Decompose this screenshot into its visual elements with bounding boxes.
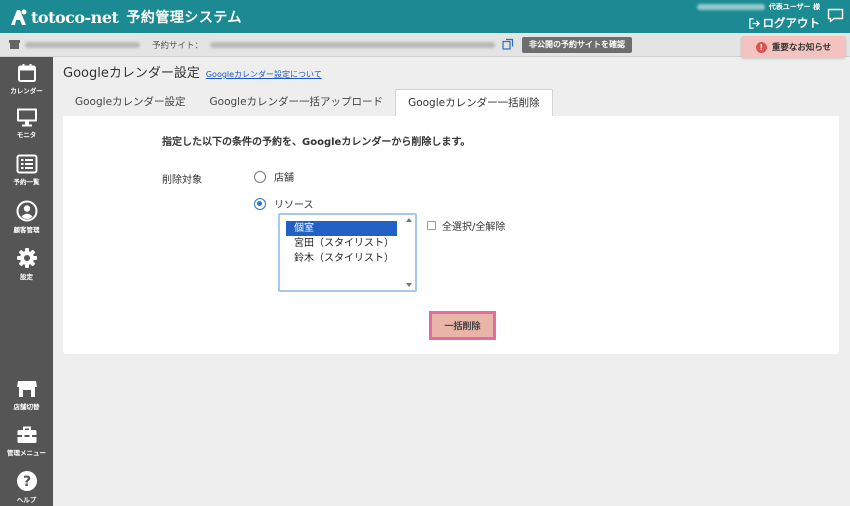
logo-text: totoco-net [31,7,119,27]
scroll-down-arrow-icon[interactable] [406,283,412,287]
logout-icon [748,17,760,29]
sub-bar: 予約サイト： 非公開の予約サイトを確認 [0,33,850,57]
user-area: 代表ユーザー 様 ログアウト [696,2,820,31]
bulk-delete-button[interactable]: 一括削除 [429,311,496,340]
select-all-checkbox[interactable] [427,221,436,230]
page-title: Googleカレンダー設定 [63,66,200,81]
svg-text:?: ? [22,474,30,490]
alert-icon: ! [755,41,767,53]
tab-calendar-settings[interactable]: Googleカレンダー設定 [63,89,198,116]
store-icon [9,40,20,49]
sidebar-item-calendar[interactable]: カレンダー [0,63,53,95]
scroll-up-arrow-icon[interactable] [406,218,412,222]
sidebar-item-customers[interactable]: 顧客管理 [0,200,53,234]
radio-resource-label: リソース [274,200,314,211]
user-name-redacted [696,4,765,10]
calendar-icon [17,64,36,82]
resource-option[interactable]: 宮田（スタイリスト） [286,236,397,251]
important-notice-button[interactable]: ! 重要なお知らせ [741,36,846,58]
intro-text: 指定した以下の条件の予約を、Googleカレンダーから削除します。 [162,137,471,148]
logout-label: ログアウト [762,16,821,30]
user-name-line: 代表ユーザー 様 [696,2,820,12]
copy-icon[interactable] [502,38,514,50]
private-site-button[interactable]: 非公開の予約サイトを確認 [522,37,632,53]
notice-label: 重要なお知らせ [771,43,832,53]
logo-mark-icon [8,6,30,28]
sidebar-item-settings[interactable]: 設定 [0,247,53,281]
radio-store-button[interactable] [254,170,266,183]
store-name-redacted [25,42,140,48]
gear-icon [16,248,37,268]
sidebar-item-label: モニタ [16,131,37,139]
sidebar-item-label: 店舗切替 [13,403,40,411]
radio-resource[interactable]: リソース [254,196,314,211]
site-url-redacted[interactable] [210,42,495,48]
app-title: 予約管理システム [126,10,242,26]
radio-store-label: 店舗 [274,173,294,184]
sidebar-item-store-switch[interactable]: 店舗切替 [0,379,53,411]
chat-icon[interactable] [827,8,844,23]
page-heading: Googleカレンダー設定 Googleカレンダー設定について [63,62,322,81]
sidebar-item-help[interactable]: ? ヘルプ [0,470,53,504]
sidebar-item-label: 顧客管理 [13,226,40,234]
list-icon [16,154,37,174]
resource-option[interactable]: 鈴木（スタイリスト） [286,251,397,266]
sidebar-item-label: カレンダー [10,87,43,95]
radio-store[interactable]: 店舗 [254,169,294,184]
resource-listbox[interactable]: 個室 宮田（スタイリスト） 鈴木（スタイリスト） [278,213,417,292]
site-label: 予約サイト： [152,41,204,51]
top-header: totoco-net 予約管理システム 代表ユーザー 様 ログアウト [0,0,850,33]
sidebar-item-label: 設定 [20,273,33,281]
select-all-label: 全選択/全解除 [442,222,506,233]
radio-resource-button[interactable] [254,197,266,210]
sidebar: カレンダー モニタ 予約一覧 顧客管理 設定 店舗切替 管理メニュー ? ヘルプ [0,57,53,506]
select-all-toggle[interactable]: 全選択/全解除 [427,218,505,233]
user-role: 代表ユーザー 様 [768,3,820,11]
sidebar-item-label: 予約一覧 [13,178,40,186]
user-icon [16,200,37,222]
logout-button[interactable]: ログアウト [697,15,820,31]
content-panel: 指定した以下の条件の予約を、Googleカレンダーから削除します。 削除対象 店… [63,116,839,354]
help-icon: ? [16,471,37,491]
resource-option[interactable]: 個室 [286,221,397,236]
tab-bulk-upload[interactable]: Googleカレンダー一括アップロード [198,89,396,116]
tab-bar: Googleカレンダー設定 Googleカレンダー一括アップロード Google… [63,89,553,116]
tab-bulk-delete[interactable]: Googleカレンダー一括削除 [395,89,553,116]
toolbox-icon [17,426,36,443]
store-icon [16,381,37,397]
logo[interactable]: totoco-net 予約管理システム [8,4,242,30]
sidebar-item-label: 管理メニュー [7,449,46,457]
monitor-icon [16,108,37,127]
delete-target-label: 削除対象 [162,175,202,186]
help-link[interactable]: Googleカレンダー設定について [206,69,322,80]
sidebar-item-label: ヘルプ [16,496,37,504]
sidebar-item-monitor[interactable]: モニタ [0,107,53,139]
sidebar-item-admin-menu[interactable]: 管理メニュー [0,425,53,457]
sidebar-item-reservations[interactable]: 予約一覧 [0,154,53,186]
